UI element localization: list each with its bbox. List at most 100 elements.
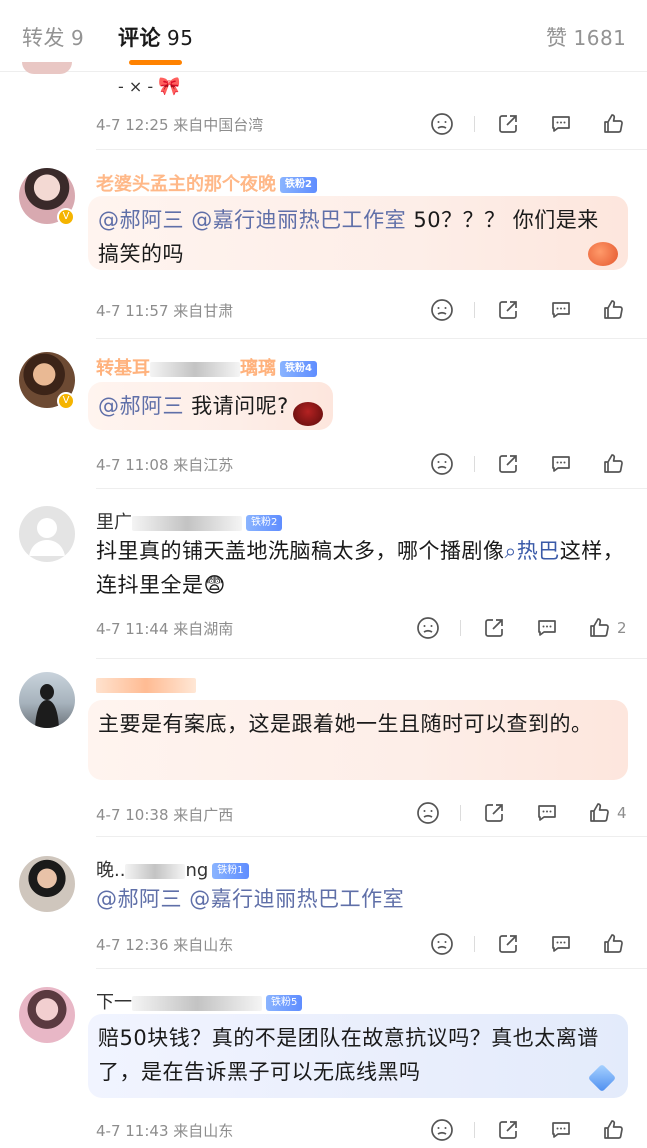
frown-icon	[417, 617, 439, 639]
comment-meta: 4-7 12:36 来自山东	[96, 936, 234, 954]
avatar[interactable]	[19, 506, 75, 562]
reply-button[interactable]	[549, 930, 573, 958]
reply-button[interactable]	[535, 799, 559, 827]
dislike-button[interactable]	[416, 614, 440, 642]
tab-comments-label: 评论	[118, 26, 161, 50]
frown-icon	[431, 453, 453, 475]
like-button[interactable]	[601, 296, 631, 324]
tab-reposts[interactable]: 转发 9	[22, 22, 84, 52]
username[interactable]: 晚.. ng 铁粉1	[96, 856, 249, 882]
divider	[474, 116, 475, 132]
hooded-figure-icon	[35, 684, 59, 728]
dislike-button[interactable]	[430, 450, 454, 478]
like-button[interactable]	[601, 110, 625, 138]
blurred-name	[125, 863, 186, 879]
comment-icon	[552, 456, 570, 472]
fan-badge: 铁粉1	[212, 863, 249, 879]
tab-reposts-count: 9	[71, 26, 85, 50]
comment-item: 里广 铁粉2 抖里真的铺天盖地洗脑稿太多，哪个播剧像⌕热巴这样，连抖里全是😨 4-…	[0, 490, 647, 660]
mention-link[interactable]: @郝阿三	[98, 394, 184, 418]
tab-likes-count: 1681	[573, 26, 627, 50]
dislike-button[interactable]	[430, 1116, 454, 1144]
share-button[interactable]	[496, 450, 520, 478]
blurred-name	[150, 361, 240, 377]
comment-actions	[430, 110, 635, 138]
reply-button[interactable]	[549, 450, 573, 478]
search-icon: ⌕	[504, 539, 517, 563]
share-button[interactable]	[482, 614, 506, 642]
thumbs-up-icon	[590, 618, 609, 637]
divider	[96, 338, 647, 339]
share-button[interactable]	[496, 296, 520, 324]
like-button[interactable]: 4	[587, 799, 627, 827]
comment-item: 晚.. ng 铁粉1 @郝阿三 @嘉行迪丽热巴工作室 4-7 12:36 来自山东	[0, 838, 647, 970]
mention-link[interactable]: @嘉行迪丽热巴工作室	[191, 208, 406, 232]
diamond-sticker-icon	[586, 1062, 618, 1094]
persimmon-sticker-icon	[588, 242, 618, 266]
share-button[interactable]	[496, 1116, 520, 1144]
mention-link[interactable]: @郝阿三	[96, 887, 182, 911]
share-button[interactable]	[482, 799, 506, 827]
mention-link[interactable]: @嘉行迪丽热巴工作室	[189, 887, 404, 911]
comment-icon	[552, 302, 570, 318]
comment-meta: 4-7 11:44 来自湖南	[96, 620, 234, 638]
comment-actions: 2	[416, 614, 627, 642]
comment-bubble: @郝阿三 我请问呢?	[88, 382, 333, 430]
username[interactable]: 下一 铁粉5	[96, 988, 303, 1014]
dislike-button[interactable]	[416, 799, 440, 827]
comment-bubble: 主要是有案底，这是跟着她一生且随时可以查到的。	[88, 700, 628, 780]
dislike-button[interactable]	[430, 930, 454, 958]
fan-badge: 铁粉2	[246, 515, 283, 531]
verified-badge: V	[57, 208, 75, 226]
verified-badge: V	[57, 392, 75, 410]
share-icon	[485, 619, 503, 637]
reply-button[interactable]	[549, 1116, 573, 1144]
like-button[interactable]: 2	[587, 614, 627, 642]
avatar[interactable]	[19, 987, 75, 1043]
fan-badge: 铁粉4	[280, 361, 317, 377]
tab-likes[interactable]: 赞 1681	[546, 22, 626, 52]
thumbs-up-icon	[604, 454, 623, 473]
comment-icon	[552, 116, 570, 132]
like-count: 4	[617, 804, 627, 822]
avatar[interactable]	[22, 62, 72, 74]
share-button[interactable]	[496, 930, 520, 958]
username[interactable]: 老婆头孟主的那个夜晚 铁粉2	[96, 170, 317, 196]
comment-item: V 老婆头孟主的那个夜晚 铁粉2 @郝阿三 @嘉行迪丽热巴工作室 50？？？ 你们…	[0, 150, 647, 340]
blurred-name	[132, 515, 242, 531]
topic-link[interactable]: ⌕热巴	[505, 539, 560, 563]
username[interactable]: 转基耳 璃璃 铁粉4	[96, 354, 317, 380]
frown-icon	[431, 299, 453, 321]
comment-item: 下一 铁粉5 赔50块钱？真的不是团队在故意抗议吗？真也太离谱了，是在告诉黑子可以…	[0, 970, 647, 1148]
comment-item: V 转基耳 璃璃 铁粉4 @郝阿三 我请问呢? 4-7 11:08 来自江苏	[0, 340, 647, 490]
comment-text: 赔50块钱？真的不是团队在故意抗议吗？真也太离谱了，是在告诉黑子可以无底线黑吗	[98, 1026, 599, 1084]
like-button[interactable]	[601, 1116, 631, 1144]
default-avatar-icon	[29, 518, 65, 556]
like-button[interactable]	[601, 930, 631, 958]
username[interactable]	[96, 674, 196, 695]
reply-button[interactable]	[535, 614, 559, 642]
like-button[interactable]	[601, 450, 631, 478]
divider	[96, 658, 647, 659]
thumbs-up-icon	[604, 1120, 623, 1139]
tab-likes-label: 赞	[546, 26, 568, 50]
share-button[interactable]	[496, 110, 520, 138]
username[interactable]: 里广 铁粉2	[96, 508, 283, 534]
dislike-button[interactable]	[430, 110, 454, 138]
thumbs-up-icon	[604, 114, 623, 133]
tab-comments-count: 95	[167, 26, 194, 50]
comment-bubble: @郝阿三 @嘉行迪丽热巴工作室 50？？？ 你们是来搞笑的吗	[88, 196, 628, 270]
tab-reposts-label: 转发	[22, 26, 65, 50]
reply-button[interactable]	[549, 110, 573, 138]
tab-comments[interactable]: 评论 95	[118, 22, 193, 52]
reply-button[interactable]	[549, 296, 573, 324]
dislike-button[interactable]	[430, 296, 454, 324]
comment-text: @郝阿三 我请问呢?	[98, 394, 289, 418]
fan-badge: 铁粉5	[266, 995, 303, 1011]
avatar[interactable]	[19, 672, 75, 728]
mention-link[interactable]: @郝阿三	[98, 208, 184, 232]
comment-item: 主要是有案底，这是跟着她一生且随时可以查到的。 4-7 10:38 来自广西 4	[0, 660, 647, 838]
comment-text: @郝阿三 @嘉行迪丽热巴工作室 50？？？ 你们是来搞笑的吗	[98, 208, 599, 266]
avatar[interactable]	[19, 856, 75, 912]
comment-text: 抖里真的铺天盖地洗脑稿太多，哪个播剧像⌕热巴这样，连抖里全是😨	[96, 539, 625, 597]
